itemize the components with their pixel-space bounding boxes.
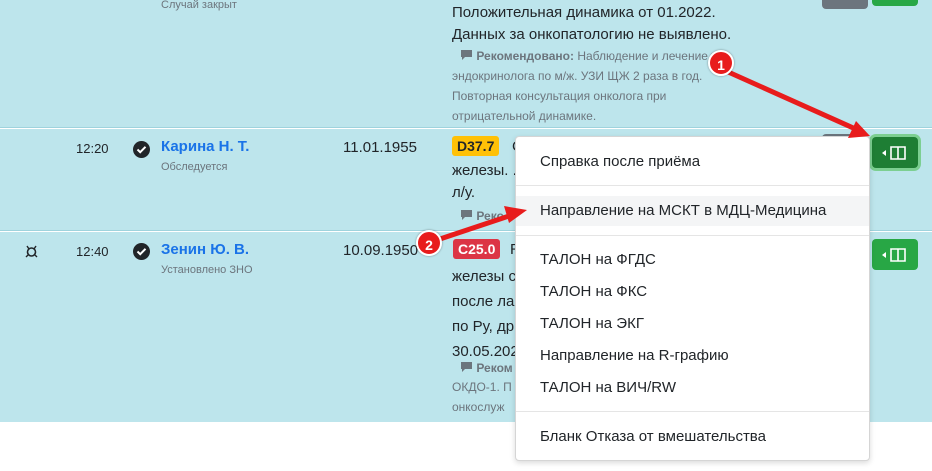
annotation-marker: 2 bbox=[416, 230, 442, 256]
annotation-marker: 1 bbox=[708, 50, 734, 76]
patient-schedule-screen: Случай закрыт Положительная динамика от … bbox=[0, 0, 932, 471]
annotation-arrows bbox=[431, 68, 870, 244]
